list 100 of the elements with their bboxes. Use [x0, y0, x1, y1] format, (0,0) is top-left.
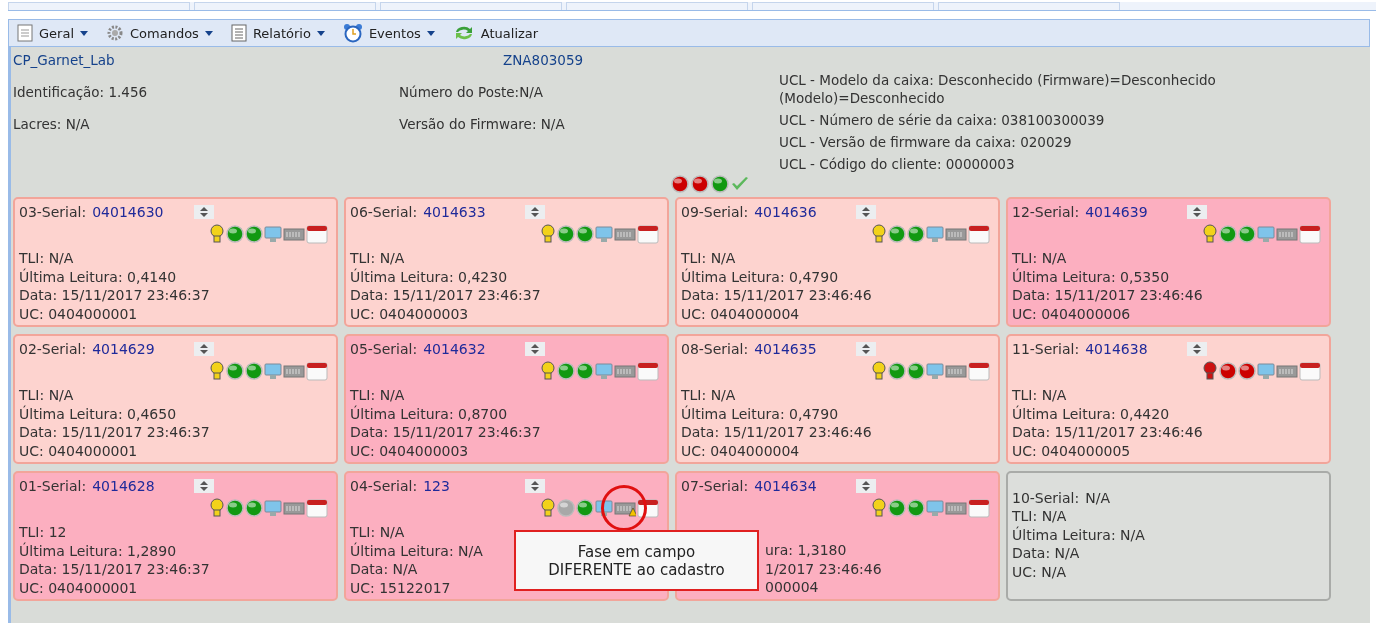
monitor-icon [926, 499, 944, 517]
sort-spinner[interactable] [856, 342, 876, 356]
reading-text: TLI: N/A [1012, 386, 1067, 405]
reading-text: Data: 15/11/2017 23:46:37 [19, 286, 210, 305]
station-link[interactable]: CP_Garnet_Lab [13, 51, 399, 69]
calendar-icon [306, 361, 328, 381]
reading-text: Data: 15/11/2017 23:46:46 [1012, 423, 1203, 442]
serial-label: 10-Serial: [1012, 489, 1080, 507]
serial-label: 03-Serial: [19, 203, 87, 221]
reading-text: UC: N/A [1012, 562, 1066, 581]
sort-spinner[interactable] [1187, 205, 1207, 219]
serial-value: 4014638 [1085, 341, 1148, 357]
sort-spinner[interactable] [525, 205, 545, 219]
sort-spinner[interactable] [525, 479, 545, 493]
sort-spinner[interactable] [1187, 342, 1207, 356]
info-text: UCL - Número de série da caixa: 038100300039 [779, 111, 1106, 129]
info-text: UCL - Modelo da caixa: Desconhecido (Firmware)=Desconhecido (Modelo)=Desconhecido [779, 71, 1217, 107]
serial-label: 09-Serial: [681, 203, 749, 221]
serial-label: 11-Serial: [1012, 340, 1080, 358]
reading-text: Última Leitura: 0,4650 [19, 404, 177, 423]
serial-label: 08-Serial: [681, 340, 749, 358]
sort-spinner[interactable] [194, 479, 214, 493]
reading-text: Última Leitura: 1,2890 [19, 541, 177, 560]
reading-text: Data: 15/11/2017 23:46:46 [1012, 286, 1203, 305]
sort-spinner[interactable] [194, 342, 214, 356]
caret-icon [426, 30, 435, 36]
serial-label: 02-Serial: [19, 340, 87, 358]
reading-text: UC: 0404000004 [681, 304, 800, 323]
serial-value: 123 [423, 478, 450, 494]
reading-text: UC: 0404000003 [350, 441, 469, 460]
monitor-icon [1257, 225, 1275, 243]
reading-text: Última Leitura: 0,5350 [1012, 267, 1170, 286]
calendar-icon [637, 498, 659, 518]
sort-spinner[interactable] [525, 342, 545, 356]
reading-text: Data: 15/11/2017 23:46:37 [350, 423, 541, 442]
monitor-icon [595, 499, 613, 517]
toolbar-button[interactable]: Atualizar [450, 22, 541, 44]
sort-spinner[interactable] [856, 479, 876, 493]
reading-text: Última Leitura: 0,4140 [19, 267, 177, 286]
calendar-icon [968, 498, 990, 518]
calendar-icon [637, 361, 659, 381]
reading-text: Última Leitura: 0,4790 [681, 267, 839, 286]
toolbar-button[interactable]: Relatório [228, 22, 327, 44]
calendar-icon [968, 361, 990, 381]
reading-text: 1/2017 23:46:46 [765, 559, 882, 578]
code-link[interactable]: ZNA803059 [399, 51, 779, 69]
toolbar-button[interactable]: Eventos [340, 21, 437, 45]
toolbar-button[interactable]: Geral [15, 22, 90, 44]
reading-text: Data: N/A [1012, 544, 1080, 563]
gear-icon [106, 24, 124, 42]
calendar-icon [637, 224, 659, 244]
monitor-icon [926, 362, 944, 380]
reading-text: TLI: N/A [350, 386, 405, 405]
serial-value: 4014636 [754, 204, 817, 220]
serial-value: 4014632 [423, 341, 486, 357]
alarm-clock-icon [342, 23, 363, 43]
reading-text: Data: 15/11/2017 23:46:37 [350, 286, 541, 305]
reading-text: UC: 0404000006 [1012, 304, 1131, 323]
reading-text: UC: 0404000005 [1012, 441, 1131, 460]
caret-icon [316, 30, 325, 36]
reading-text: TLI: N/A [350, 523, 405, 542]
reading-text: Data: 15/11/2017 23:46:46 [681, 423, 872, 442]
reading-text: Data: 15/11/2017 23:46:37 [19, 560, 210, 579]
monitor-icon [264, 225, 282, 243]
reading-text: Última Leitura: 0,4790 [681, 404, 839, 423]
sort-spinner[interactable] [856, 205, 876, 219]
document-icon [17, 24, 33, 42]
tooltip-text: Fase em campo [577, 542, 696, 561]
reading-text: TLI: N/A [350, 249, 405, 268]
serial-value: 4014634 [754, 478, 817, 494]
monitor-icon [264, 499, 282, 517]
info-text: Identificação: 1.456 [13, 83, 149, 101]
reading-text: TLI: N/A [1012, 507, 1067, 526]
reading-text: Última Leitura: 0,4230 [350, 267, 508, 286]
info-text: UCL - Código do cliente: 00000003 [779, 155, 1016, 173]
caret-icon [204, 30, 213, 36]
reading-text: UC: 0404000001 [19, 441, 138, 460]
toolbar-button[interactable]: Comandos [104, 22, 215, 44]
serial-label: 05-Serial: [350, 340, 418, 358]
serial-label: 06-Serial: [350, 203, 418, 221]
serial-label: 07-Serial: [681, 477, 749, 495]
calendar-icon [968, 224, 990, 244]
reading-text: Data: 15/11/2017 23:46:46 [681, 286, 872, 305]
reading-text: UC: 0404000004 [681, 441, 800, 460]
serial-label: 01-Serial: [19, 477, 87, 495]
info-text: UCL - Versão de firmware da caixa: 020029 [779, 133, 1073, 151]
reading-text: ura: 1,3180 [765, 541, 847, 560]
info-text: Número do Poste:N/A [399, 83, 545, 101]
serial-value: 4014628 [92, 478, 155, 494]
monitor-icon [264, 362, 282, 380]
calendar-icon [306, 224, 328, 244]
reading-text: UC: 0404000001 [19, 578, 138, 597]
sort-spinner[interactable] [194, 205, 214, 219]
reading-text: TLI: N/A [19, 249, 74, 268]
monitor-icon [926, 225, 944, 243]
serial-value: 4014633 [423, 204, 486, 220]
monitor-icon [595, 362, 613, 380]
caret-icon [80, 30, 88, 36]
reading-text: Última Leitura: 0,4420 [1012, 404, 1170, 423]
monitor-icon [1257, 362, 1275, 380]
